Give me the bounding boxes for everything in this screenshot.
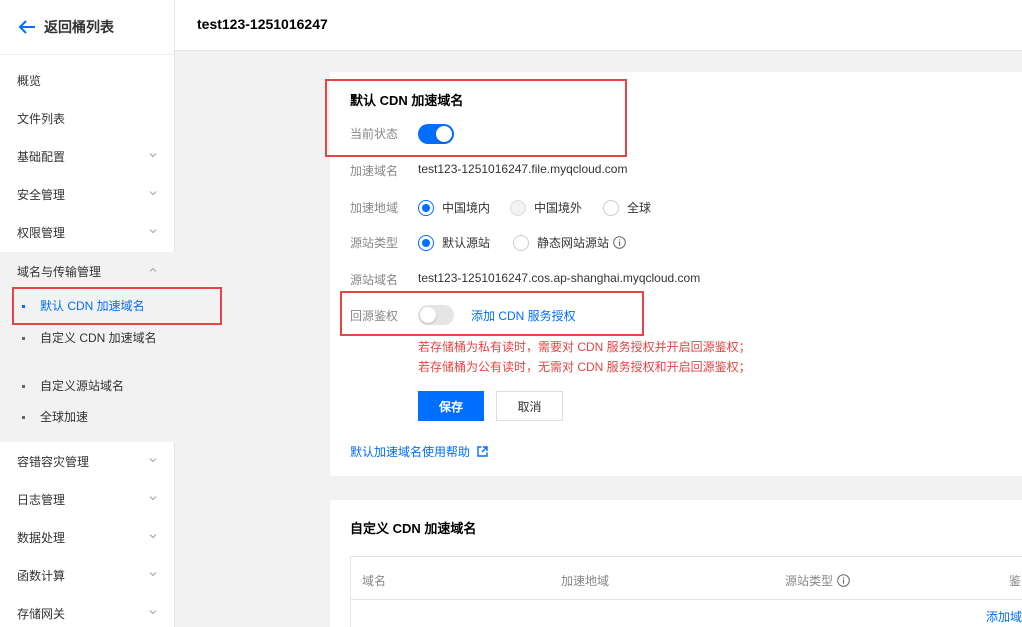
domain-value: test123-1251016247.file.myqcloud.com bbox=[418, 162, 628, 176]
origin-domain-value: test123-1251016247.cos.ap-shanghai.myqcl… bbox=[418, 271, 701, 285]
radio-circle bbox=[513, 234, 529, 251]
sidebar-item-storage-gateway[interactable]: 存储网关 bbox=[0, 594, 175, 627]
sidebar-item-permissions[interactable]: 权限管理 bbox=[0, 213, 175, 251]
sidebar-item-functions[interactable]: 函数计算 bbox=[0, 556, 175, 594]
sidebar-item-basic-config[interactable]: 基础配置 bbox=[0, 137, 175, 175]
sidebar-item-label: 安全管理 bbox=[17, 187, 66, 202]
bullet-icon bbox=[22, 337, 25, 340]
region-radio-mainland[interactable]: 中国境内 bbox=[418, 199, 490, 216]
section-title: 自定义 CDN 加速域名 bbox=[350, 521, 477, 536]
origin-domain-label: 源站域名 bbox=[350, 273, 399, 287]
chevron-down-icon bbox=[149, 534, 157, 539]
region-radio-overseas[interactable]: 中国境外 bbox=[510, 199, 582, 216]
sidebar-subitem-custom-origin[interactable]: 自定义源站域名 bbox=[0, 378, 175, 395]
column-header-domain: 域名 bbox=[362, 574, 387, 588]
sidebar-item-label: 日志管理 bbox=[17, 492, 66, 507]
highlight-box bbox=[325, 79, 627, 157]
chevron-down-icon bbox=[149, 610, 157, 615]
sidebar-item-security[interactable]: 安全管理 bbox=[0, 175, 175, 213]
radio-label: 全球 bbox=[627, 201, 652, 215]
column-header-origin-type: 源站类型 bbox=[785, 572, 850, 589]
region-radio-global[interactable]: 全球 bbox=[603, 199, 651, 216]
highlight-box bbox=[12, 287, 222, 325]
sidebar-item-file-list[interactable]: 文件列表 bbox=[0, 99, 175, 137]
page-header: test123-1251016247 bbox=[175, 0, 1022, 51]
chevron-down-icon bbox=[149, 153, 157, 158]
bullet-icon bbox=[22, 385, 25, 388]
sidebar-subitem-label: 全球加速 bbox=[40, 410, 89, 424]
sidebar-item-label: 数据处理 bbox=[17, 530, 66, 545]
arrow-left-icon bbox=[18, 20, 35, 34]
sidebar-item-label: 函数计算 bbox=[17, 568, 66, 583]
sidebar-subitem-label: 自定义源站域名 bbox=[40, 379, 125, 393]
cancel-button[interactable]: 取消 bbox=[496, 391, 563, 421]
sidebar-item-domain-transfer[interactable]: 域名与传输管理 bbox=[0, 252, 175, 290]
help-link[interactable]: 默认加速域名使用帮助 bbox=[350, 443, 488, 460]
divider bbox=[0, 54, 175, 55]
sidebar-item-label: 权限管理 bbox=[17, 225, 66, 240]
chevron-down-icon bbox=[149, 458, 157, 463]
warning-private-read: 若存储桶为私有读时，需要对 CDN 服务授权并开启回源鉴权； bbox=[418, 340, 751, 354]
origin-radio-static[interactable]: 静态网站源站 bbox=[513, 234, 626, 251]
table-body: 添加域 bbox=[350, 599, 1022, 627]
external-link-icon bbox=[477, 446, 488, 457]
page-title: test123-1251016247 bbox=[197, 16, 328, 32]
add-domain-link[interactable]: 添加域 bbox=[986, 608, 1022, 625]
column-header-region: 加速地域 bbox=[561, 574, 610, 588]
radio-circle bbox=[603, 199, 619, 216]
radio-label: 默认源站 bbox=[442, 236, 491, 250]
save-button[interactable]: 保存 bbox=[418, 391, 484, 421]
warning-public-read: 若存储桶为公有读时，无需对 CDN 服务授权和开启回源鉴权； bbox=[418, 360, 751, 374]
domain-label: 加速域名 bbox=[350, 164, 399, 178]
chevron-up-icon bbox=[149, 267, 157, 272]
info-icon[interactable] bbox=[837, 574, 850, 587]
radio-label: 中国境内 bbox=[442, 201, 491, 215]
custom-cdn-panel: 自定义 CDN 加速域名 域名 加速地域 源站类型 鉴 添加域 bbox=[330, 500, 1022, 627]
region-label: 加速地域 bbox=[350, 201, 399, 215]
radio-circle bbox=[418, 199, 434, 216]
radio-label: 中国境外 bbox=[534, 201, 583, 215]
sidebar-item-label: 域名与传输管理 bbox=[17, 264, 102, 279]
sidebar-subitem-global-acceleration[interactable]: 全球加速 bbox=[0, 409, 175, 426]
column-header-auth: 鉴 bbox=[1009, 574, 1022, 588]
radio-label: 静态网站源站 bbox=[537, 236, 610, 250]
sidebar-item-label: 基础配置 bbox=[17, 149, 66, 164]
chevron-down-icon bbox=[149, 229, 157, 234]
origin-type-label: 源站类型 bbox=[350, 236, 399, 250]
back-label: 返回桶列表 bbox=[44, 19, 114, 35]
radio-circle bbox=[510, 199, 526, 216]
sidebar-group-domain-transfer: 域名与传输管理 默认 CDN 加速域名 自定义 CDN 加速域名 自定义源站域名… bbox=[0, 252, 175, 442]
sidebar-item-label: 存储网关 bbox=[17, 606, 66, 621]
sidebar-item-label: 文件列表 bbox=[17, 111, 66, 126]
radio-circle bbox=[418, 234, 434, 251]
chevron-down-icon bbox=[149, 191, 157, 196]
sidebar-subitem-custom-cdn[interactable]: 自定义 CDN 加速域名 bbox=[0, 330, 160, 347]
chevron-down-icon bbox=[149, 572, 157, 577]
origin-radio-default[interactable]: 默认源站 bbox=[418, 234, 490, 251]
help-link-label: 默认加速域名使用帮助 bbox=[350, 445, 471, 459]
highlight-box bbox=[340, 291, 644, 336]
sidebar-subitem-label: 自定义 CDN 加速域名 bbox=[40, 331, 157, 345]
sidebar-item-label: 容错容灾管理 bbox=[17, 454, 90, 469]
chevron-down-icon bbox=[149, 496, 157, 501]
info-icon[interactable] bbox=[613, 236, 626, 249]
table-header: 域名 加速地域 源站类型 鉴 bbox=[350, 556, 1022, 600]
back-to-bucket-list-button[interactable]: 返回桶列表 bbox=[18, 15, 114, 39]
sidebar-item-label: 概览 bbox=[17, 73, 42, 88]
sidebar-item-logs[interactable]: 日志管理 bbox=[0, 480, 175, 518]
sidebar-item-fault-tolerance[interactable]: 容错容灾管理 bbox=[0, 442, 175, 480]
sidebar-item-data-processing[interactable]: 数据处理 bbox=[0, 518, 175, 556]
column-header-label: 源站类型 bbox=[785, 574, 834, 588]
sidebar-item-overview[interactable]: 概览 bbox=[0, 61, 175, 99]
bullet-icon bbox=[22, 416, 25, 419]
